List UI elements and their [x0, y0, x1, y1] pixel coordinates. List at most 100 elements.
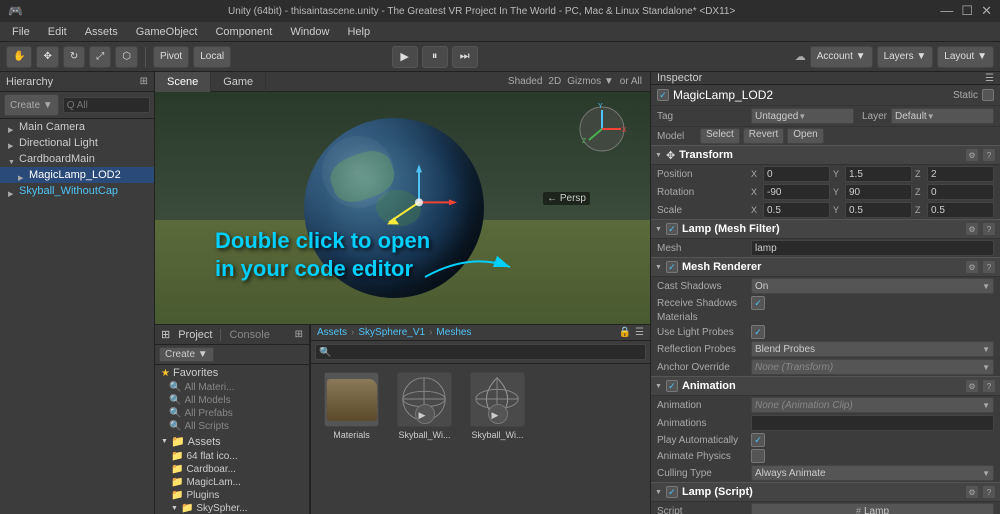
- anim-question-btn[interactable]: ?: [982, 379, 996, 393]
- project-create-btn[interactable]: Create ▼: [159, 347, 214, 362]
- menu-file[interactable]: File: [4, 22, 38, 42]
- mode-2d-btn[interactable]: 2D: [548, 76, 561, 87]
- maximize-btn[interactable]: ☐: [961, 3, 973, 19]
- all-prefabs-item[interactable]: 🔍 All Prefabs: [155, 407, 309, 420]
- minimize-btn[interactable]: —: [940, 3, 953, 19]
- 64flat-item[interactable]: 📁 64 flat ico...: [155, 450, 309, 463]
- skyspher-item[interactable]: ▼ 📁 SkySpher...: [155, 502, 309, 514]
- transform-settings-btn[interactable]: ⚙: [965, 148, 979, 162]
- inspector-options[interactable]: ☰: [985, 73, 994, 84]
- menu-assets[interactable]: Assets: [77, 22, 126, 42]
- all-models-item[interactable]: 🔍 All Models: [155, 394, 309, 407]
- transform-rect-btn[interactable]: ⬡: [115, 46, 138, 68]
- shading-dropdown[interactable]: Shaded: [508, 76, 542, 87]
- transform-question-btn[interactable]: ?: [982, 148, 996, 162]
- mr-question-btn[interactable]: ?: [982, 260, 996, 274]
- lamp-script-checkbox[interactable]: [666, 486, 678, 498]
- model-select-btn[interactable]: Select: [700, 128, 740, 144]
- tag-dropdown[interactable]: Untagged ▼: [751, 108, 854, 124]
- all-materials-item[interactable]: 🔍 All Materi...: [155, 381, 309, 394]
- animations-value[interactable]: [751, 415, 994, 431]
- hierarchy-create-btn[interactable]: Create ▼: [4, 94, 59, 116]
- mesh-filter-settings-btn[interactable]: ⚙: [965, 222, 979, 236]
- cast-shadows-dropdown[interactable]: On ▼: [751, 278, 994, 294]
- ls-question-btn[interactable]: ?: [982, 485, 996, 499]
- step-btn[interactable]: ⏭: [452, 46, 478, 68]
- hierarchy-item-skyball[interactable]: Skyball_WithoutCap: [0, 183, 154, 199]
- sc-y-input[interactable]: 0.5: [845, 202, 912, 218]
- anim-settings-btn[interactable]: ⚙: [965, 379, 979, 393]
- path-assets[interactable]: Assets: [317, 327, 347, 338]
- hierarchy-item-cardboard[interactable]: CardboardMain: [0, 151, 154, 167]
- animation-dropdown[interactable]: None (Animation Clip) ▼: [751, 397, 994, 413]
- mesh-value[interactable]: lamp: [751, 240, 994, 256]
- layout-btn[interactable]: Layout ▼: [937, 46, 994, 68]
- hierarchy-search[interactable]: [63, 97, 150, 113]
- pos-y-input[interactable]: 1.5: [845, 166, 912, 182]
- rot-y-input[interactable]: 90: [845, 184, 912, 200]
- mr-settings-btn[interactable]: ⚙: [965, 260, 979, 274]
- menu-edit[interactable]: Edit: [40, 22, 75, 42]
- animate-physics-checkbox[interactable]: [751, 449, 765, 463]
- scene-viewport[interactable]: ← Persp Y X Z: [155, 92, 650, 324]
- rot-z-input[interactable]: 0: [927, 184, 994, 200]
- panel-options[interactable]: ⊞: [295, 329, 303, 340]
- object-active-checkbox[interactable]: [657, 89, 669, 101]
- asset-search-input[interactable]: [315, 344, 646, 360]
- play-btn[interactable]: ▶: [392, 46, 418, 68]
- mesh-filter-checkbox[interactable]: [666, 223, 678, 235]
- receive-shadows-checkbox[interactable]: [751, 296, 765, 310]
- sc-x-input[interactable]: 0.5: [763, 202, 830, 218]
- lock-icon[interactable]: 🔒: [619, 327, 631, 338]
- hierarchy-item-light[interactable]: Directional Light: [0, 135, 154, 151]
- cardboard-item[interactable]: 📁 Cardboar...: [155, 463, 309, 476]
- mesh-filter-question-btn[interactable]: ?: [982, 222, 996, 236]
- gizmos-btn[interactable]: Gizmos ▼: [567, 76, 614, 87]
- magiclamp-item[interactable]: 📁 MagicLam...: [155, 476, 309, 489]
- assets-folder[interactable]: ▼ 📁 Assets: [155, 433, 309, 450]
- favorites-folder[interactable]: ★ Favorites: [155, 365, 309, 381]
- path-meshes[interactable]: Meshes: [436, 327, 471, 338]
- sc-z-input[interactable]: 0.5: [927, 202, 994, 218]
- mesh-renderer-header[interactable]: ▼ Mesh Renderer ⚙ ?: [651, 257, 1000, 277]
- pos-x-input[interactable]: 0: [763, 166, 830, 182]
- menu-window[interactable]: Window: [282, 22, 337, 42]
- asset-item-skyball2[interactable]: ▶ Skyball_Wi...: [465, 372, 530, 440]
- asset-item-materials[interactable]: Materials: [319, 372, 384, 440]
- transform-section-header[interactable]: ▼ ✥ Transform ⚙ ?: [651, 145, 1000, 165]
- model-revert-btn[interactable]: Revert: [743, 128, 784, 144]
- plugins-item[interactable]: 📁 Plugins: [155, 489, 309, 502]
- tab-scene[interactable]: Scene: [155, 72, 211, 92]
- close-btn[interactable]: ✕: [981, 3, 992, 19]
- model-open-btn[interactable]: Open: [787, 128, 823, 144]
- menu-gameobject[interactable]: GameObject: [128, 22, 206, 42]
- transform-move-btn[interactable]: ✥: [36, 46, 58, 68]
- anchor-override-dropdown[interactable]: None (Transform) ▼: [751, 359, 994, 375]
- pause-btn[interactable]: ⏸: [422, 46, 448, 68]
- path-skysphere[interactable]: SkySphere_V1: [358, 327, 425, 338]
- rot-x-input[interactable]: -90: [763, 184, 830, 200]
- pos-z-input[interactable]: 2: [927, 166, 994, 182]
- menu-help[interactable]: Help: [339, 22, 378, 42]
- transform-rotate-btn[interactable]: ↻: [63, 46, 85, 68]
- animation-checkbox[interactable]: [666, 380, 678, 392]
- play-auto-checkbox[interactable]: [751, 433, 765, 447]
- light-probes-checkbox[interactable]: [751, 325, 765, 339]
- account-btn[interactable]: Account ▼: [810, 46, 873, 68]
- hierarchy-item-camera[interactable]: Main Camera: [0, 119, 154, 135]
- mesh-renderer-checkbox[interactable]: [666, 261, 678, 273]
- culling-type-dropdown[interactable]: Always Animate ▼: [751, 465, 994, 481]
- layers-btn[interactable]: Layers ▼: [877, 46, 934, 68]
- ls-settings-btn[interactable]: ⚙: [965, 485, 979, 499]
- animation-section-header[interactable]: ▼ Animation ⚙ ?: [651, 376, 1000, 396]
- lamp-script-header[interactable]: ▼ Lamp (Script) ⚙ ?: [651, 482, 1000, 502]
- reflection-probes-dropdown[interactable]: Blend Probes ▼: [751, 341, 994, 357]
- local-btn[interactable]: Local: [193, 46, 231, 68]
- mesh-filter-header[interactable]: ▼ Lamp (Mesh Filter) ⚙ ?: [651, 219, 1000, 239]
- all-scripts-item[interactable]: 🔍 All Scripts: [155, 420, 309, 433]
- pivot-btn[interactable]: Pivot: [153, 46, 189, 68]
- transform-hand-btn[interactable]: ✋: [6, 46, 32, 68]
- layer-dropdown[interactable]: Default ▼: [891, 108, 994, 124]
- static-checkbox[interactable]: [982, 89, 994, 101]
- tab-game[interactable]: Game: [211, 72, 266, 92]
